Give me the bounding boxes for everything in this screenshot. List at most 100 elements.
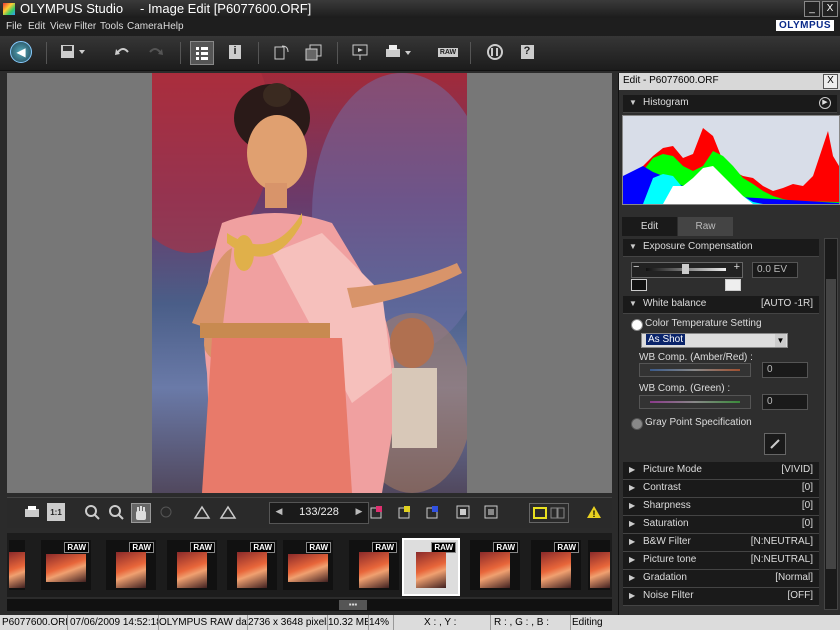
exposure-section-header[interactable]: ▼ Exposure Compensation xyxy=(623,239,819,257)
delete-button[interactable] xyxy=(482,503,500,521)
sharpness-section[interactable]: ▶ Sharpness [0] xyxy=(623,498,819,516)
close-window-button[interactable]: X xyxy=(822,1,838,17)
mark-yellow-button[interactable] xyxy=(396,503,414,521)
bw-filter-section[interactable]: ▶ B&W Filter [N:NEUTRAL] xyxy=(623,534,819,552)
expand-icon: ▶ xyxy=(629,573,636,582)
back-button[interactable]: ◀ xyxy=(10,41,32,63)
filmstrip-thumbnail[interactable]: RAW xyxy=(531,540,581,590)
bw-filter-value: [N:NEUTRAL] xyxy=(750,536,813,547)
menu-edit[interactable]: Edit xyxy=(28,21,45,32)
eyedropper-button[interactable] xyxy=(764,433,786,455)
undo-icon xyxy=(115,48,129,55)
hand-tool-button[interactable] xyxy=(131,503,151,523)
saturation-section[interactable]: ▶ Saturation [0] xyxy=(623,516,819,534)
print-preview-button[interactable] xyxy=(23,503,41,521)
tab-edit[interactable]: Edit xyxy=(622,217,677,236)
eye-button[interactable] xyxy=(157,503,175,521)
menu-camera[interactable]: Camera xyxy=(127,21,163,32)
filmstrip-thumbnail[interactable]: RAW xyxy=(167,540,217,590)
mark-red-button[interactable] xyxy=(368,503,386,521)
filmstrip-thumbnail[interactable]: RAW xyxy=(41,540,91,590)
menu-help[interactable]: Help xyxy=(163,21,184,32)
previous-image-button[interactable]: ◀ xyxy=(272,506,286,517)
rotate-left-button[interactable] xyxy=(193,503,211,521)
info-button[interactable]: i xyxy=(225,41,245,63)
scrollbar-thumb[interactable]: ▪▪▪ xyxy=(339,600,367,610)
zoom-out-button[interactable] xyxy=(107,503,125,521)
gray-point-radio[interactable] xyxy=(631,418,643,430)
close-panel-button[interactable]: X xyxy=(823,74,838,89)
color-temp-radio[interactable] xyxy=(631,319,643,331)
wb-amber-red-slider[interactable] xyxy=(639,363,751,377)
menu-file[interactable]: File xyxy=(6,21,22,32)
picture-mode-section[interactable]: ▶ Picture Mode [VIVID] xyxy=(623,462,819,480)
tools-button[interactable] xyxy=(485,41,505,63)
plus-button[interactable]: + xyxy=(734,261,740,273)
filmstrip-thumbnail[interactable]: RAW xyxy=(283,540,333,590)
noise-filter-section[interactable]: ▶ Noise Filter [OFF] xyxy=(623,588,819,606)
wb-green-slider[interactable] xyxy=(639,395,751,409)
panel-scrollbar[interactable] xyxy=(824,238,838,610)
menu-view[interactable]: View xyxy=(50,21,72,32)
slideshow-button[interactable] xyxy=(350,41,370,63)
compare-icon xyxy=(305,44,322,61)
protect-button[interactable] xyxy=(454,503,472,521)
filmstrip-thumbnail[interactable]: RAW xyxy=(470,540,520,590)
redo-button[interactable] xyxy=(145,41,165,63)
white-balance-value: [AUTO -1R] xyxy=(760,298,813,309)
view-mode-toggle[interactable] xyxy=(529,503,569,523)
collapse-icon: ▼ xyxy=(629,98,637,107)
rotate-right-button[interactable] xyxy=(219,503,237,521)
filmstrip-thumbnail[interactable]: RAW xyxy=(106,540,156,590)
menu-tools[interactable]: Tools xyxy=(100,21,123,32)
panel-scrollbar-thumb[interactable] xyxy=(826,279,836,569)
menu-filter[interactable]: Filter xyxy=(74,21,96,32)
histogram-section-header[interactable]: ▼ Histogram ▶ xyxy=(623,95,837,113)
as-shot-dropdown[interactable]: As Shot ▼ xyxy=(641,333,788,348)
list-view-button[interactable] xyxy=(190,41,214,65)
wb-green-value[interactable]: 0 xyxy=(762,394,808,410)
exposure-slider[interactable]: − + xyxy=(631,261,743,278)
filmstrip-scrollbar[interactable]: ▪▪▪ xyxy=(7,599,612,611)
filmstrip-thumbnail-selected[interactable]: RAW xyxy=(402,538,460,596)
zoom-in-button[interactable] xyxy=(83,503,101,521)
contrast-section[interactable]: ▶ Contrast [0] xyxy=(623,480,819,498)
filmstrip-thumbnail[interactable]: RAW xyxy=(227,540,277,590)
gradation-section[interactable]: ▶ Gradation [Normal] xyxy=(623,570,819,588)
filmstrip-thumbnail[interactable]: RAW xyxy=(349,540,399,590)
mark-blue-button[interactable] xyxy=(424,503,442,521)
panel-tabs: Edit Raw xyxy=(619,217,840,236)
exposure-value-field[interactable]: 0.0 EV xyxy=(752,262,798,278)
protect-icon xyxy=(456,505,470,519)
saturation-value: [0] xyxy=(801,518,813,529)
wb-amber-red-value[interactable]: 0 xyxy=(762,362,808,378)
histogram-play-icon[interactable]: ▶ xyxy=(819,97,831,109)
rotate-button[interactable] xyxy=(272,41,292,63)
minus-button[interactable]: − xyxy=(633,261,639,273)
filmstrip-thumbnail[interactable] xyxy=(588,540,610,590)
compare-button[interactable] xyxy=(304,41,324,63)
sharpness-label: Sharpness xyxy=(643,500,691,511)
white-balance-section-header[interactable]: ▼ White balance [AUTO -1R] xyxy=(623,296,819,314)
expand-icon: ▶ xyxy=(629,519,636,528)
warning-button[interactable]: ! xyxy=(585,503,603,521)
exposure-handle[interactable] xyxy=(682,264,689,274)
tab-raw[interactable]: Raw xyxy=(678,217,733,236)
next-image-button[interactable]: ▶ xyxy=(352,506,366,517)
white-level-icon[interactable] xyxy=(725,279,741,291)
main-toolbar: ◀ i RAW ? xyxy=(0,36,840,71)
single-view-icon xyxy=(533,507,565,519)
image-viewer[interactable] xyxy=(7,73,612,493)
raw-button[interactable]: RAW xyxy=(437,41,459,63)
minimize-button[interactable]: _ xyxy=(804,1,820,17)
picture-tone-section[interactable]: ▶ Picture tone [N:NEUTRAL] xyxy=(623,552,819,570)
contrast-value: [0] xyxy=(801,482,813,493)
help-button[interactable]: ? xyxy=(517,41,537,63)
print-button[interactable] xyxy=(383,41,413,63)
bw-filter-label: B&W Filter xyxy=(643,536,691,547)
black-level-icon[interactable] xyxy=(631,279,647,291)
save-button[interactable] xyxy=(58,41,88,63)
actual-size-button[interactable]: 1:1 xyxy=(47,503,65,521)
filmstrip-thumbnail[interactable] xyxy=(9,540,25,590)
undo-button[interactable] xyxy=(113,41,133,63)
